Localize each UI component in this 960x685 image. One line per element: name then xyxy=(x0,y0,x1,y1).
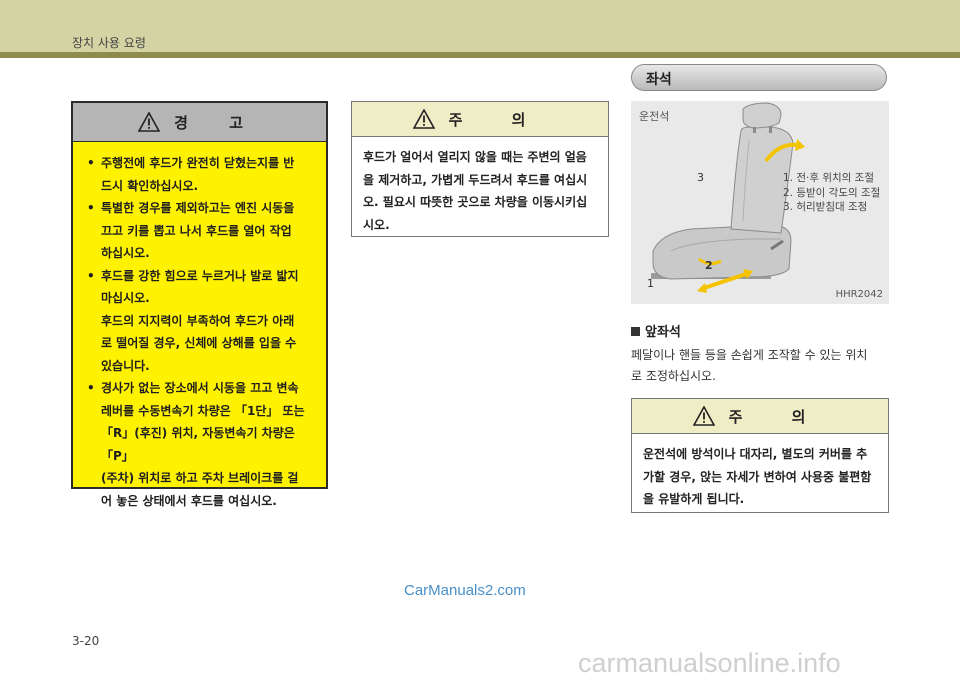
warning-subtext: 후드의 지지력이 부족하여 후드가 아래 로 떨어질 경우, 신체에 상해를 입… xyxy=(85,310,316,378)
figure-callout-1: 1 xyxy=(647,277,654,290)
warning-line: 마십시오. xyxy=(101,291,150,305)
warning-item: • 특별한 경우를 제외하고는 엔진 시동을 끄고 키를 뽑고 나서 후드를 열… xyxy=(85,197,316,265)
front-seat-heading-text: 앞좌석 xyxy=(645,325,681,340)
warning-line: 경사가 없는 장소에서 시동을 끄고 변속 xyxy=(101,381,299,395)
caution-title: 주 의 xyxy=(448,110,548,129)
front-seat-text: 페달이나 핸들 등을 손쉽게 조작할 수 있는 위치 로 조정하십시오. xyxy=(631,345,891,387)
front-seat-line: 로 조정하십시오. xyxy=(631,369,716,383)
chapter-title: 장치 사용 요령 xyxy=(72,36,146,50)
header-divider xyxy=(0,52,960,58)
caution-line: 가할 경우, 앉는 자세가 변하여 사용중 불편함 xyxy=(643,469,872,484)
warning-line: 후드의 지지력이 부족하여 후드가 아래 xyxy=(101,313,295,328)
warning-body: • 주행전에 후드가 완전히 닫혔는지를 반 드시 확인하십시오. • 특별한 … xyxy=(73,142,326,512)
watermark-link[interactable]: CarManuals2.com xyxy=(404,582,526,599)
caution-line: 시오. xyxy=(363,217,390,232)
warning-line: 후드를 강한 힘으로 누르거나 발로 밟지 xyxy=(101,268,299,283)
warning-line: 「R」(후진) 위치, 자동변속기 차량은 「P」 xyxy=(101,426,295,463)
caution-line: 후드가 얼어서 열리지 않을 때는 주변의 얼음 xyxy=(363,150,587,164)
warning-line: 레버를 수동변속기 차량은 「1단」 또는 xyxy=(101,403,305,418)
warning-item: • 후드를 강한 힘으로 누르거나 발로 밟지 마십시오. xyxy=(85,265,316,310)
section-title-pill: 좌석 xyxy=(631,64,887,91)
warning-line: 드시 확인하십시오. xyxy=(101,178,199,193)
square-bullet-icon xyxy=(631,327,640,336)
caution-line: 을 유발하게 됩니다. xyxy=(643,492,745,506)
warning-header: 경 고 xyxy=(73,103,326,142)
caution-body: 후드가 얼어서 열리지 않을 때는 주변의 얼음 을 제거하고, 가볍게 두드려… xyxy=(352,137,608,236)
caution-line: 운전석에 방석이나 대자리, 별도의 커버를 추 xyxy=(643,447,868,461)
warning-line: 특별한 경우를 제외하고는 엔진 시동을 xyxy=(101,201,295,215)
footer-watermark: carmanualsonline.info xyxy=(578,648,841,678)
warning-item: • 경사가 없는 장소에서 시동을 끄고 변속 레버를 수동변속기 차량은 「1… xyxy=(85,377,316,512)
warning-item: • 주행전에 후드가 완전히 닫혔는지를 반 드시 확인하십시오. xyxy=(85,152,316,197)
caution-title: 주 의 xyxy=(728,407,828,426)
warning-line: 하십시오. xyxy=(101,246,150,260)
section-title: 좌석 xyxy=(646,72,672,88)
figure-legend: 1. 전·후 위치의 조절 2. 등받이 각도의 조절 3. 허리받침대 조정 xyxy=(783,171,880,215)
caution-body: 운전석에 방석이나 대자리, 별도의 커버를 추 가할 경우, 앉는 자세가 변… xyxy=(632,434,888,511)
caution-line: 을 제거하고, 가볍게 두드려서 후드를 여십시 xyxy=(363,172,588,187)
legend-item: 3. 허리받침대 조정 xyxy=(783,201,868,213)
caution-box-seat: 주 의 운전석에 방석이나 대자리, 별도의 커버를 추 가할 경우, 앉는 자… xyxy=(631,398,889,513)
front-seat-line: 페달이나 핸들 등을 손쉽게 조작할 수 있는 위치 xyxy=(631,348,868,362)
warning-line: 로 떨어질 경우, 신체에 상해를 입을 수 xyxy=(101,336,297,350)
page-number: 3-20 xyxy=(72,634,100,648)
warning-triangle-icon xyxy=(412,109,435,129)
legend-item: 1. 전·후 위치의 조절 xyxy=(783,172,874,184)
warning-title: 경 고 xyxy=(174,113,261,132)
figure-callout-3: 3 xyxy=(697,171,704,184)
caution-header: 주 의 xyxy=(632,399,888,434)
warning-line: (주차) 위치로 하고 주차 브레이크를 걸 xyxy=(101,471,299,485)
seat-figure: 운전석 3 2 1 1. 전·후 위치의 조절 2. 등받이 각도의 조절 3.… xyxy=(631,101,889,304)
warning-triangle-icon xyxy=(692,406,715,426)
caution-header: 주 의 xyxy=(352,102,608,137)
caution-box-hood: 주 의 후드가 얼어서 열리지 않을 때는 주변의 얼음 을 제거하고, 가볍게… xyxy=(351,101,609,237)
caution-line: 오. 필요시 따뜻한 곳으로 차량을 이동시키십 xyxy=(363,195,588,209)
warning-line: 주행전에 후드가 완전히 닫혔는지를 반 xyxy=(101,156,295,170)
warning-line: 있습니다. xyxy=(101,358,150,373)
warning-line: 끄고 키를 뽑고 나서 후드를 열어 작업 xyxy=(101,223,292,238)
warning-triangle-icon xyxy=(138,112,161,132)
front-seat-heading: 앞좌석 xyxy=(631,321,681,340)
warning-line: 어 놓은 상태에서 후드를 여십시오. xyxy=(101,493,277,508)
figure-code: HHR2042 xyxy=(835,289,883,300)
legend-item: 2. 등받이 각도의 조절 xyxy=(783,186,881,199)
figure-callout-2: 2 xyxy=(705,259,713,272)
warning-box: 경 고 • 주행전에 후드가 완전히 닫혔는지를 반 드시 확인하십시오. • … xyxy=(71,101,328,508)
